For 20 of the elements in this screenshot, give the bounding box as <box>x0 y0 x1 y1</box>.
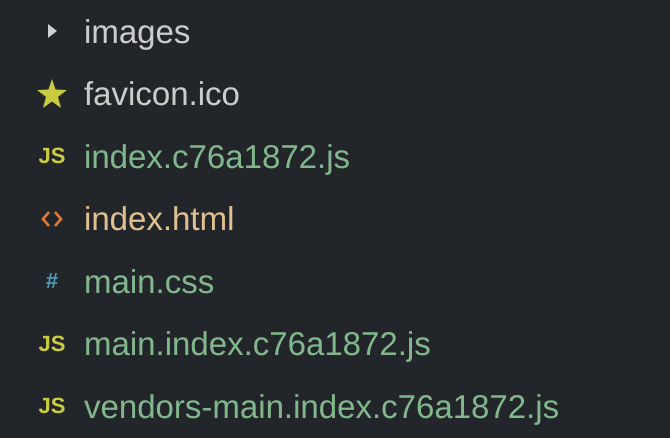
code-brackets-icon <box>41 210 63 227</box>
js-icon: JS <box>38 332 66 355</box>
file-name: main.css <box>84 264 214 298</box>
file-item[interactable]: JS vendors-main.index.c76a1872.js <box>0 375 670 438</box>
file-name: images <box>84 14 190 48</box>
star-icon <box>37 79 67 108</box>
file-name: main.index.c76a1872.js <box>84 327 431 360</box>
file-item[interactable]: # main.css <box>0 250 670 312</box>
file-item[interactable]: images <box>0 0 670 62</box>
file-item[interactable]: favicon.ico <box>0 62 670 125</box>
js-icon: JS <box>38 395 66 418</box>
js-icon: JS <box>38 145 66 168</box>
file-item[interactable]: JS main.index.c76a1872.js <box>0 312 670 375</box>
file-item[interactable]: index.html <box>0 188 670 250</box>
file-name: vendors-main.index.c76a1872.js <box>84 390 560 423</box>
file-name: favicon.ico <box>84 77 240 110</box>
file-name: index.html <box>84 202 234 236</box>
hash-icon: # <box>46 270 58 292</box>
file-name: index.c76a1872.js <box>84 140 350 173</box>
file-item[interactable]: JS index.c76a1872.js <box>0 125 670 188</box>
